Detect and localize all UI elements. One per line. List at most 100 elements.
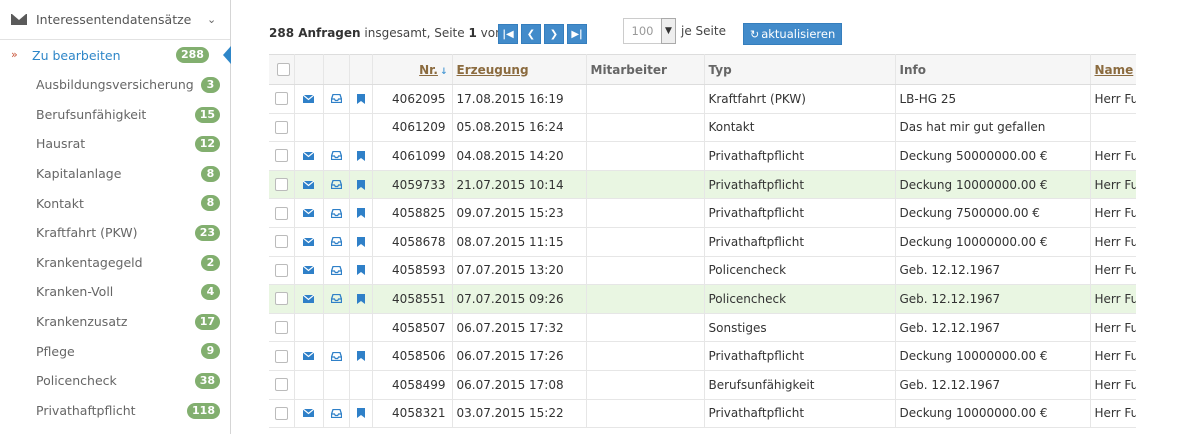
envelope-icon[interactable] (295, 94, 323, 103)
row-bookmark-cell[interactable] (349, 284, 373, 314)
sidebar-section-header[interactable]: Interessentendatensätze ⌄ (0, 0, 230, 40)
table-row[interactable]: 4058551 07.07.2015 09:26 Policencheck Geb. … (269, 284, 1136, 314)
table-row[interactable]: 4059733 21.07.2015 10:14 Privathaftpflicht… (269, 170, 1136, 200)
row-bookmark-cell[interactable] (349, 141, 373, 171)
row-checkbox[interactable] (274, 349, 288, 363)
inbox-icon[interactable] (324, 94, 349, 104)
bookmark-icon[interactable] (350, 408, 372, 419)
table-row[interactable]: 4058507 06.07.2015 17:32 Sonstiges Geb. 12.… (269, 313, 1136, 343)
cell-nr[interactable]: 4061209 (372, 113, 453, 143)
cell-nr[interactable]: 4062095 (372, 84, 453, 114)
column-header-name[interactable]: Name (1090, 54, 1136, 85)
envelope-icon[interactable] (295, 151, 323, 160)
bookmark-icon[interactable] (350, 150, 372, 161)
row-inbox-cell[interactable] (323, 341, 350, 371)
row-checkbox[interactable] (274, 263, 288, 277)
row-inbox-cell[interactable] (323, 256, 350, 286)
row-select-cell[interactable] (269, 313, 295, 343)
row-select-cell[interactable] (269, 170, 295, 200)
column-header-nr-label[interactable]: Nr. (419, 63, 438, 77)
row-select-cell[interactable] (269, 284, 295, 314)
select-all-cell[interactable] (269, 54, 295, 85)
row-select-cell[interactable] (269, 370, 295, 400)
cell-nr[interactable]: 4061099 (372, 141, 453, 171)
envelope-icon[interactable] (295, 294, 323, 303)
inbox-icon[interactable] (324, 351, 349, 361)
cell-nr[interactable]: 4059733 (372, 170, 453, 200)
dropdown-arrow-icon[interactable]: ▼ (661, 18, 676, 44)
sidebar-item[interactable]: Privathaftpflicht 118 (0, 396, 230, 426)
row-mail-cell[interactable] (294, 399, 324, 429)
per-page-value[interactable]: 100 (623, 18, 661, 44)
row-checkbox[interactable] (274, 321, 288, 335)
row-select-cell[interactable] (269, 399, 295, 429)
sidebar-item[interactable]: Kapitalanlage 8 (0, 159, 230, 189)
column-header-erzeugung-label[interactable]: Erzeugung (457, 63, 529, 77)
row-inbox-cell[interactable] (323, 141, 350, 171)
sidebar-item[interactable]: Krankentagegeld 2 (0, 248, 230, 278)
bookmark-icon[interactable] (350, 93, 372, 104)
row-bookmark-cell[interactable] (349, 84, 373, 114)
bookmark-icon[interactable] (350, 265, 372, 276)
column-header-erzeugung[interactable]: Erzeugung (452, 54, 587, 85)
sidebar-item[interactable]: Hausrat 12 (0, 129, 230, 159)
sidebar-item[interactable]: Berufsunfähigkeit 15 (0, 100, 230, 130)
row-mail-cell[interactable] (294, 198, 324, 228)
cell-nr[interactable]: 4058678 (372, 227, 453, 257)
row-mail-cell[interactable] (294, 341, 324, 371)
table-row[interactable]: 4058825 09.07.2015 15:23 Privathaftpflicht… (269, 198, 1136, 228)
sidebar-item[interactable]: Krankenzusatz 17 (0, 307, 230, 337)
cell-nr[interactable]: 4058321 (372, 399, 453, 429)
cell-nr[interactable]: 4058499 (372, 370, 453, 400)
row-bookmark-cell[interactable] (349, 256, 373, 286)
row-checkbox[interactable] (274, 406, 288, 420)
table-row[interactable]: 4058506 06.07.2015 17:26 Privathaftpflicht… (269, 341, 1136, 371)
row-bookmark-cell[interactable] (349, 170, 373, 200)
next-page-button[interactable]: ❯ (544, 24, 564, 44)
chevron-down-icon[interactable]: ⌄ (207, 13, 216, 26)
inbox-icon[interactable] (324, 265, 349, 275)
cell-nr[interactable]: 4058825 (372, 198, 453, 228)
row-mail-cell[interactable] (294, 227, 324, 257)
row-checkbox[interactable] (274, 149, 288, 163)
sidebar-item[interactable]: Kraftfahrt (PKW) 23 (0, 218, 230, 248)
bookmark-icon[interactable] (350, 236, 372, 247)
row-mail-cell[interactable] (294, 170, 324, 200)
row-select-cell[interactable] (269, 84, 295, 114)
row-select-cell[interactable] (269, 113, 295, 143)
sidebar-item[interactable]: Kontakt 8 (0, 188, 230, 218)
sidebar-item[interactable]: Pflege 9 (0, 336, 230, 366)
column-header-nr[interactable]: Nr. ↓ (372, 54, 453, 85)
inbox-icon[interactable] (324, 408, 349, 418)
row-select-cell[interactable] (269, 341, 295, 371)
row-bookmark-cell[interactable] (349, 198, 373, 228)
bookmark-icon[interactable] (350, 351, 372, 362)
table-row[interactable]: 4058593 07.07.2015 13:20 Policencheck Geb. … (269, 256, 1136, 286)
row-mail-cell[interactable] (294, 141, 324, 171)
table-row[interactable]: 4058321 03.07.2015 15:22 Privathaftpflicht… (269, 399, 1136, 429)
inbox-icon[interactable] (324, 208, 349, 218)
row-checkbox[interactable] (274, 235, 288, 249)
bookmark-icon[interactable] (350, 208, 372, 219)
sort-ascending-icon[interactable]: ↓ (440, 67, 448, 77)
sidebar-item[interactable]: Kranken-Voll 4 (0, 277, 230, 307)
row-inbox-cell[interactable] (323, 84, 350, 114)
envelope-icon[interactable] (295, 352, 323, 361)
row-inbox-cell[interactable] (323, 170, 350, 200)
inbox-icon[interactable] (324, 294, 349, 304)
envelope-icon[interactable] (295, 180, 323, 189)
envelope-icon[interactable] (295, 209, 323, 218)
cell-nr[interactable]: 4058551 (372, 284, 453, 314)
row-checkbox[interactable] (274, 120, 288, 134)
table-row[interactable]: 4062095 17.08.2015 16:19 Kraftfahrt (PKW) L… (269, 84, 1136, 114)
row-checkbox[interactable] (274, 92, 288, 106)
row-checkbox[interactable] (274, 178, 288, 192)
prev-page-button[interactable]: ❮ (521, 24, 541, 44)
select-all-checkbox[interactable] (276, 63, 290, 76)
first-page-button[interactable]: |◀ (498, 24, 518, 44)
row-mail-cell[interactable] (294, 84, 324, 114)
inbox-icon[interactable] (324, 237, 349, 247)
table-row[interactable]: 4058499 06.07.2015 17:08 Berufsunfähigkeit… (269, 370, 1136, 400)
row-bookmark-cell[interactable] (349, 399, 373, 429)
row-select-cell[interactable] (269, 256, 295, 286)
